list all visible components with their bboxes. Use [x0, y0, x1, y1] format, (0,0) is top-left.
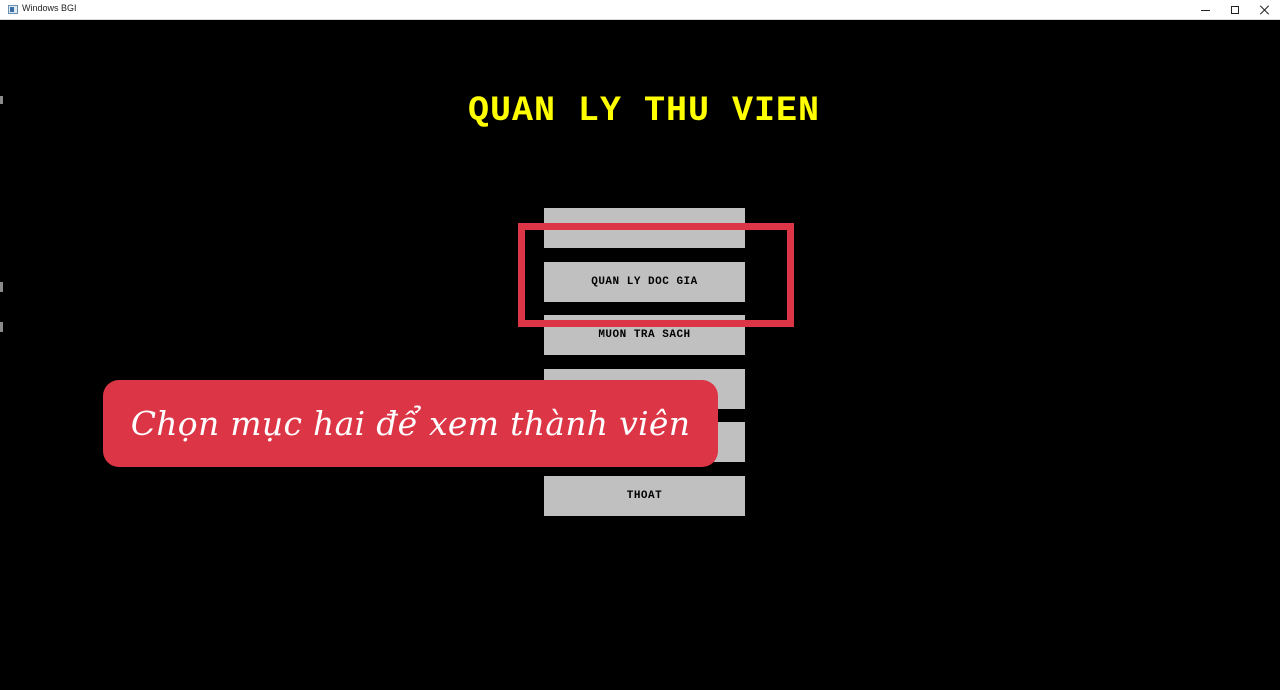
minimize-icon: [1200, 9, 1210, 11]
caption-overlay: Chọn mục hai để xem thành viên: [103, 380, 718, 467]
app-icon: [8, 5, 18, 14]
menu-button-1[interactable]: [544, 208, 745, 248]
app-title: QUAN LY THU VIEN: [467, 91, 821, 131]
caption-text: Chọn mục hai để xem thành viên: [130, 404, 691, 443]
menu-button-exit[interactable]: THOAT: [544, 476, 745, 516]
window-title: Windows BGI: [22, 3, 77, 13]
menu-button-reader-management[interactable]: QUAN LY DOC GIA: [544, 262, 745, 302]
close-button[interactable]: [1248, 0, 1280, 20]
edge-artifact: [0, 282, 3, 292]
maximize-button[interactable]: [1218, 0, 1252, 20]
maximize-icon: [1231, 6, 1239, 14]
edge-artifact: [0, 322, 3, 332]
menu-button-borrow-return[interactable]: MUON TRA SACH: [544, 315, 745, 355]
window-title-bar: Windows BGI: [0, 0, 1280, 20]
close-icon: [1260, 5, 1270, 15]
minimize-button[interactable]: [1188, 0, 1222, 20]
